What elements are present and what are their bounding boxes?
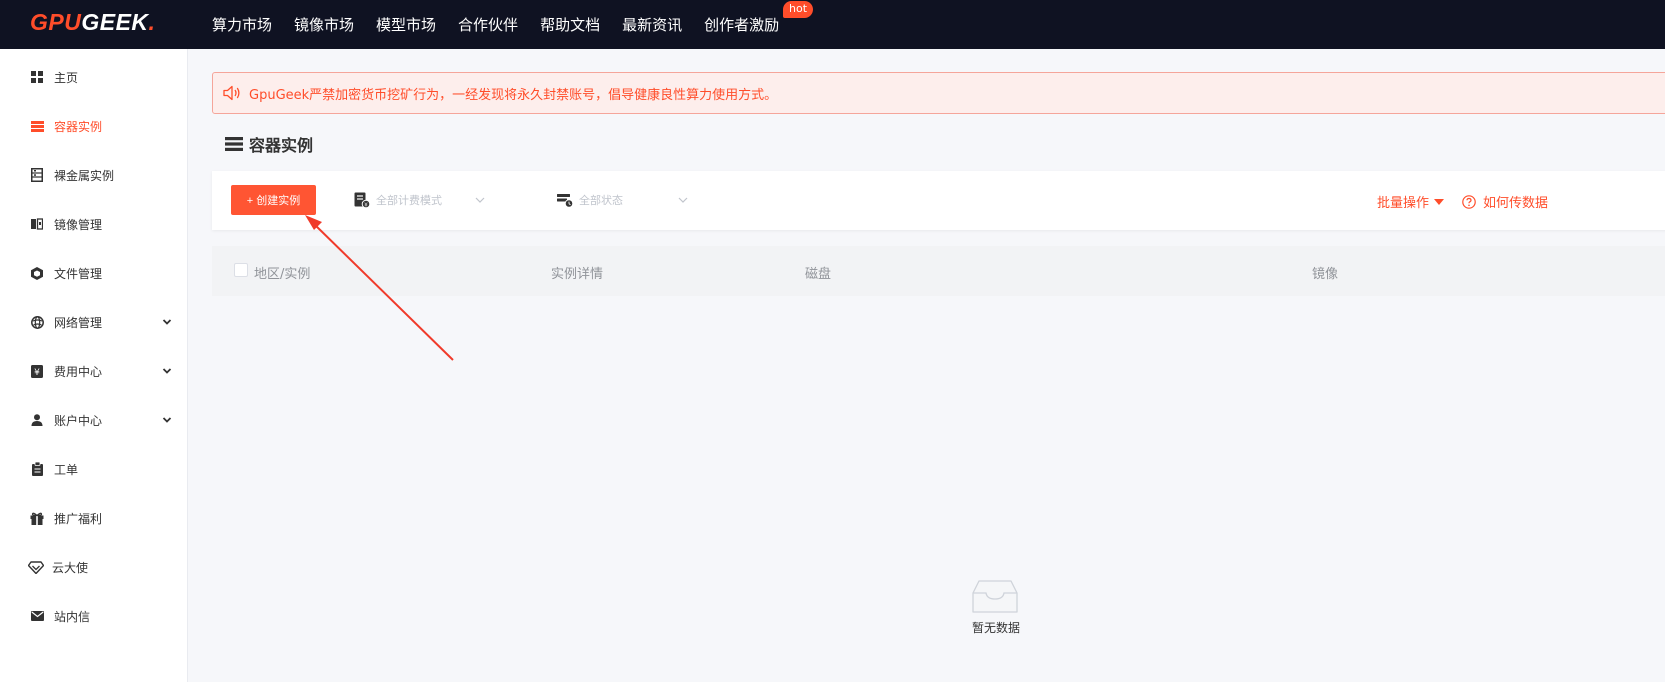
sidebar-item-label: 云大使: [52, 560, 89, 575]
column-header-image: 镜像: [1312, 267, 1339, 282]
sidebar-item-label: 主页: [54, 70, 79, 85]
batch-operations-label: 批量操作: [1377, 196, 1430, 211]
chevron-down-icon: [162, 368, 172, 374]
billing-mode-select[interactable]: ¥ 全部计费模式: [354, 191, 489, 209]
sidebar-item-label: 推广福利: [54, 511, 103, 526]
column-header-disk: 磁盘: [805, 267, 832, 282]
empty-box-icon: [972, 580, 1018, 613]
billing-icon: ¥: [354, 192, 370, 208]
select-all-checkbox[interactable]: [234, 263, 248, 277]
empty-state-text: 暂无数据: [972, 621, 1021, 635]
top-nav: 算力市场 镜像市场 模型市场 合作伙伴 帮助文档 最新资讯 创作者激励: [212, 0, 801, 49]
gpugeek-logo[interactable]: GPUGEEK.: [30, 10, 155, 34]
caret-down-icon: [1434, 198, 1445, 205]
chevron-down-icon: [162, 319, 172, 325]
diamond-icon: [28, 560, 44, 574]
column-header-instance-details: 实例详情: [551, 267, 604, 282]
sidebar-item-image-management[interactable]: 镜像管理: [0, 209, 188, 239]
create-instance-button[interactable]: + 创建实例: [231, 185, 316, 215]
sidebar-item-label: 账户中心: [54, 413, 103, 428]
list-icon: [225, 137, 243, 151]
help-label: 如何传数据: [1483, 196, 1549, 211]
sidebar-item-label: 镜像管理: [54, 217, 103, 232]
sidebar-item-label: 工单: [54, 462, 79, 477]
sidebar-item-label: 容器实例: [54, 119, 103, 134]
question-circle-icon: [1462, 194, 1476, 209]
sidebar-item-billing-center[interactable]: ¥ 费用中心: [0, 356, 188, 386]
cube-icon: [30, 266, 44, 280]
nav-model-market[interactable]: 模型市场: [376, 14, 436, 35]
svg-text:¥: ¥: [364, 202, 368, 208]
clipboard-icon: [30, 462, 44, 476]
sidebar-item-label: 站内信: [54, 609, 91, 624]
sidebar-item-home[interactable]: 主页: [0, 62, 188, 92]
logo-dot: .: [148, 9, 156, 35]
user-icon: [30, 413, 44, 427]
list-icon: [30, 119, 44, 133]
how-to-upload-data-link[interactable]: 如何传数据: [1462, 192, 1548, 211]
logo-gpu-text: GPU: [30, 9, 82, 35]
sidebar-item-container-instances[interactable]: 容器实例: [0, 111, 188, 141]
top-header: GPUGEEK. 算力市场 镜像市场 模型市场 合作伙伴 帮助文档 最新资讯 创…: [0, 0, 1665, 49]
column-header-region-instance: 地区/实例: [254, 267, 311, 282]
gift-icon: [30, 511, 44, 525]
instance-table-header: 地区/实例 实例详情 磁盘 镜像: [212, 246, 1665, 296]
sidebar-item-label: 文件管理: [54, 266, 103, 281]
sidebar-item-label: 网络管理: [54, 315, 103, 330]
logo-geek-text: GEEK: [81, 9, 149, 35]
grid-icon: [30, 70, 44, 84]
sidebar-item-cloud-ambassador[interactable]: 云大使: [0, 552, 188, 582]
server-icon: [30, 168, 44, 182]
sidebar-item-inbox[interactable]: 站内信: [0, 601, 188, 631]
status-icon: [557, 194, 573, 208]
nav-compute-market[interactable]: 算力市场: [212, 14, 272, 35]
nav-image-market[interactable]: 镜像市场: [294, 14, 354, 35]
page-title: 容器实例: [249, 136, 314, 155]
page-header: 容器实例: [225, 132, 313, 156]
sidebar-item-bare-metal[interactable]: 裸金属实例: [0, 160, 188, 190]
image-icon: [30, 217, 44, 231]
yen-icon: ¥: [30, 364, 44, 378]
sidebar-item-promotion[interactable]: 推广福利: [0, 503, 188, 533]
nav-creator-incentive[interactable]: 创作者激励: [704, 14, 779, 35]
chevron-down-icon: [678, 197, 688, 203]
sidebar-item-network[interactable]: 网络管理: [0, 307, 188, 337]
instance-toolbar: + 创建实例 ¥ 全部计费模式 全部状态 批量操作 如何传数据: [212, 171, 1665, 230]
status-select[interactable]: 全部状态: [557, 191, 692, 209]
status-placeholder: 全部状态: [579, 194, 623, 207]
nav-help-docs[interactable]: 帮助文档: [540, 14, 600, 35]
sidebar: 主页 容器实例 裸金属实例 镜像管理 文件管理 网络管理 ¥ 费用中心 账户中心…: [0, 49, 188, 682]
sidebar-item-label: 裸金属实例: [54, 168, 115, 183]
mail-icon: [30, 609, 44, 623]
sidebar-item-file-management[interactable]: 文件管理: [0, 258, 188, 288]
speaker-icon: [223, 85, 240, 101]
hot-badge: hot: [783, 1, 814, 18]
nav-partners[interactable]: 合作伙伴: [458, 14, 518, 35]
svg-text:¥: ¥: [34, 368, 40, 378]
batch-operations-dropdown[interactable]: 批量操作: [1377, 192, 1445, 211]
chevron-down-icon: [162, 417, 172, 423]
sidebar-item-label: 费用中心: [54, 364, 103, 379]
billing-mode-placeholder: 全部计费模式: [376, 194, 442, 207]
sidebar-item-tickets[interactable]: 工单: [0, 454, 188, 484]
network-icon: [30, 315, 44, 329]
nav-news[interactable]: 最新资讯: [622, 14, 682, 35]
notice-text: GpuGeek严禁加密货币挖矿行为，一经发现将永久封禁账号，倡导健康良性算力使用…: [249, 87, 778, 103]
mining-ban-notice: GpuGeek严禁加密货币挖矿行为，一经发现将永久封禁账号，倡导健康良性算力使用…: [212, 72, 1665, 114]
chevron-down-icon: [475, 197, 485, 203]
sidebar-item-account-center[interactable]: 账户中心: [0, 405, 188, 435]
